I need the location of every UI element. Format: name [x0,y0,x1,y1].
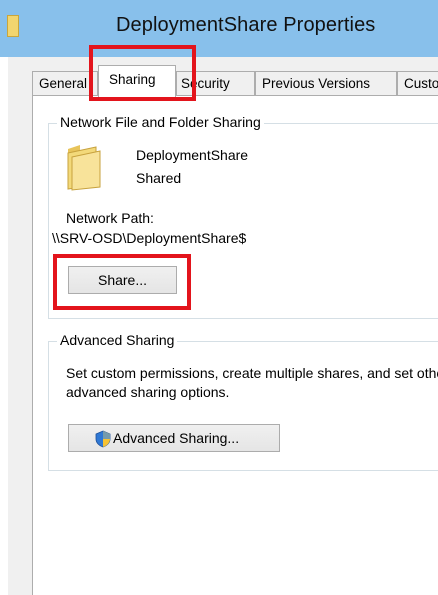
advanced-sharing-button[interactable]: Advanced Sharing... [68,424,280,452]
title-bar: DeploymentShare Properties [0,0,438,57]
share-button-highlight [53,254,191,310]
window-title: DeploymentShare Properties [116,14,376,36]
share-status: Shared [136,170,182,186]
tab-customize-label: Customize [404,76,438,91]
tab-customize[interactable]: Customize [397,71,438,96]
shared-folder-icon [67,145,101,191]
advanced-sharing-group-label: Advanced Sharing [57,332,178,348]
folder-name: DeploymentShare [136,147,249,163]
network-path-label: Network Path: [66,210,154,226]
tab-previous-versions[interactable]: Previous Versions [255,71,397,96]
tab-previous-versions-label: Previous Versions [262,76,371,91]
uac-shield-icon [95,430,111,448]
advanced-sharing-description-line1: Set custom permissions, create multiple … [66,365,438,381]
network-path-value: \\SRV-OSD\DeploymentShare$ [52,230,247,246]
advanced-sharing-button-label: Advanced Sharing... [113,430,240,446]
tab-general-label: General [39,76,88,91]
folder-icon [7,15,19,37]
network-sharing-group-label: Network File and Folder Sharing [57,114,264,130]
sharing-tab-highlight [89,45,196,101]
advanced-sharing-description-line2: advanced sharing options. [66,384,230,400]
